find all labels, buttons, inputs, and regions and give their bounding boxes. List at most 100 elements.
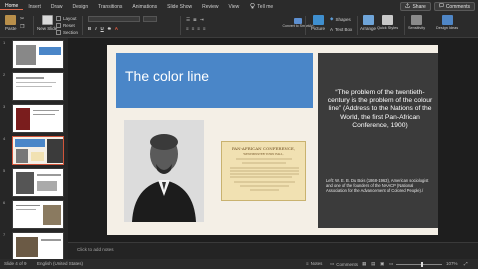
- copy-tool: ❐: [20, 24, 24, 30]
- reset-icon: [56, 23, 61, 28]
- zoom-slider-knob[interactable]: [421, 261, 424, 267]
- copy-icon[interactable]: ❐: [20, 24, 24, 30]
- convert-smartart-button[interactable]: Convert to SmartArt: [282, 18, 314, 29]
- tab-draw[interactable]: Draw: [46, 4, 68, 10]
- picture-button[interactable]: Picture: [311, 15, 325, 31]
- ribbon-divider: [180, 16, 181, 35]
- align-right-icon[interactable]: ≡: [197, 26, 200, 31]
- slide-title-box[interactable]: The color line: [116, 53, 313, 108]
- share-label: Share: [412, 3, 426, 10]
- notes-toggle[interactable]: ≡ Notes: [306, 261, 322, 266]
- reading-view-icon[interactable]: ▣: [380, 261, 384, 267]
- share-button[interactable]: Share: [400, 2, 431, 11]
- tab-slide-show[interactable]: Slide Show: [162, 4, 197, 10]
- underline-icon[interactable]: U: [101, 26, 104, 31]
- paragraph-row-2: ≡ ≡ ≡ ≡: [186, 26, 206, 31]
- conference-program-image[interactable]: PAN-AFRICAN CONFERENCE, WESTMINSTER TOWN…: [221, 141, 306, 201]
- thumbnail-number: 7: [3, 232, 6, 237]
- layout-label: Layout: [63, 16, 77, 21]
- menu-tabs: Home Insert Draw Design Transitions Anim…: [0, 0, 478, 13]
- numbering-icon[interactable]: ≣: [193, 17, 197, 23]
- tab-home[interactable]: Home: [0, 3, 24, 10]
- tab-review[interactable]: Review: [197, 4, 223, 10]
- paste-label: Paste: [5, 26, 17, 31]
- slide-editing-area: The color line PAN-AFRICAN CONFERENCE, W…: [68, 38, 478, 242]
- paste-button[interactable]: Paste: [5, 15, 17, 31]
- comments-toggle[interactable]: ▭ Comments: [330, 261, 358, 267]
- thumbnail-preview: [12, 40, 64, 69]
- tell-me[interactable]: Tell me: [244, 2, 274, 11]
- shapes-label: Shapes: [335, 16, 351, 22]
- scissors-icon[interactable]: ✂: [20, 16, 24, 22]
- tab-view[interactable]: View: [224, 4, 245, 10]
- comment-icon: [439, 3, 444, 10]
- shapes-button[interactable]: ◆ Shapes: [330, 16, 351, 22]
- thumbnail-number: 4: [3, 136, 6, 141]
- font-size-box[interactable]: [143, 16, 157, 22]
- comments-toggle-label: Comments: [336, 261, 359, 267]
- slide-title: The color line: [125, 68, 210, 84]
- text-box-label: Text Box: [335, 27, 353, 32]
- convert-label: Convert to SmartArt: [282, 24, 314, 28]
- tab-design[interactable]: Design: [68, 4, 94, 10]
- fit-slide-icon[interactable]: ⤢: [464, 261, 468, 266]
- image-caption: Left: W. E. B. Du Bois (1868-1963), Amer…: [326, 178, 429, 194]
- language-indicator[interactable]: English (United States): [37, 261, 83, 266]
- powerpoint-window: Home Insert Draw Design Transitions Anim…: [0, 0, 478, 269]
- section-label: Section: [63, 30, 79, 35]
- new-slide-label: New Slide: [37, 26, 58, 31]
- design-ideas-label: Design Ideas: [436, 26, 459, 30]
- section-button[interactable]: Section: [56, 30, 78, 35]
- new-slide-button[interactable]: New Slide: [37, 15, 57, 31]
- comment-status-icon: ▭: [330, 261, 335, 266]
- thumbnail-number: 1: [3, 40, 6, 45]
- reset-label: Reset: [63, 23, 75, 28]
- thumbnail-number: 5: [3, 168, 6, 173]
- justify-icon[interactable]: ≡: [203, 26, 206, 31]
- sensitivity-icon: [411, 15, 423, 25]
- italic-icon[interactable]: I: [95, 26, 96, 31]
- font-color-icon[interactable]: A: [115, 26, 118, 31]
- reset-button[interactable]: Reset: [56, 23, 75, 28]
- tab-insert[interactable]: Insert: [23, 4, 46, 10]
- bullets-icon[interactable]: ☰: [186, 17, 190, 23]
- paragraph-row-1: ☰ ≣ ⇥: [186, 17, 204, 23]
- design-ideas-button[interactable]: Design Ideas: [436, 15, 458, 30]
- notes-pane[interactable]: Click to add notes: [68, 242, 478, 259]
- slideshow-icon[interactable]: ▭: [389, 261, 393, 267]
- align-left-icon[interactable]: ≡: [186, 26, 189, 31]
- comments-label: Comments: [445, 3, 470, 10]
- text-box-button[interactable]: A Text Box: [330, 27, 352, 32]
- slide-thumbnail-pane: 1 2 3 4 5 6 7: [0, 38, 68, 259]
- normal-view-icon[interactable]: ▦: [362, 261, 366, 267]
- notes-icon: ≡: [306, 261, 309, 266]
- align-center-icon[interactable]: ≡: [192, 26, 195, 31]
- quick-styles-label: Quick Styles: [377, 26, 399, 30]
- program-text-lines: [230, 158, 299, 191]
- slide-sorter-icon[interactable]: ▤: [371, 261, 375, 267]
- thumbnail-number: 3: [3, 104, 6, 109]
- tab-animations[interactable]: Animations: [127, 4, 162, 10]
- ribbon-divider: [305, 16, 306, 35]
- bold-icon[interactable]: B: [88, 26, 91, 31]
- current-slide[interactable]: The color line PAN-AFRICAN CONFERENCE, W…: [107, 45, 438, 235]
- du-bois-quote: “The problem of the twentieth-century is…: [327, 89, 433, 129]
- quote-panel[interactable]: “The problem of the twentieth-century is…: [318, 53, 438, 228]
- comments-button[interactable]: Comments: [433, 2, 475, 11]
- new-slide-icon: [41, 15, 53, 25]
- zoom-level[interactable]: 107%: [446, 261, 458, 266]
- sensitivity-button[interactable]: Sensitivity: [408, 15, 425, 30]
- thumbnail-preview: [12, 72, 64, 101]
- thumbnail-number: 2: [3, 72, 6, 77]
- shapes-icon: ◆: [330, 16, 334, 21]
- arrange-button[interactable]: Arrange: [360, 15, 376, 31]
- du-bois-portrait-image[interactable]: [124, 120, 204, 222]
- layout-button[interactable]: Layout: [56, 16, 77, 21]
- strikethrough-icon[interactable]: S: [108, 26, 111, 31]
- indent-icon[interactable]: ⇥: [200, 17, 204, 23]
- quick-styles-button[interactable]: Quick Styles: [377, 15, 398, 30]
- tab-transitions[interactable]: Transitions: [93, 4, 127, 10]
- font-name-box[interactable]: [88, 16, 140, 22]
- zoom-slider[interactable]: [396, 261, 442, 267]
- tell-me-label: Tell me: [257, 3, 274, 10]
